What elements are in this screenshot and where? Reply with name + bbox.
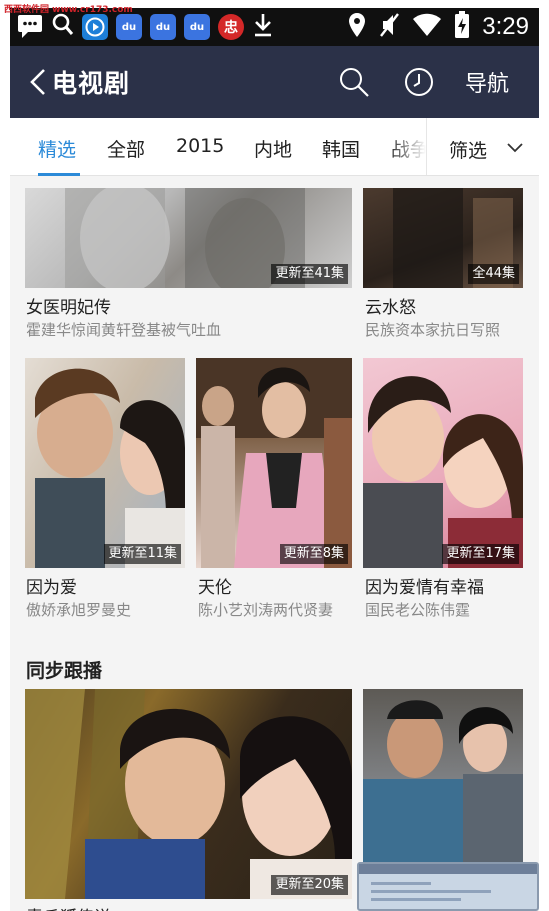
tab-korea[interactable]: 韩国 xyxy=(322,135,360,162)
window-thumbnail xyxy=(357,862,539,911)
episode-badge: 更新至20集 xyxy=(271,875,348,895)
chat-icon xyxy=(16,12,44,42)
baidu-icon: du xyxy=(150,14,176,40)
search-icon[interactable] xyxy=(338,66,370,98)
window-titlebar xyxy=(359,864,537,874)
tab-2015[interactable]: 2015 xyxy=(176,135,224,157)
left-margin xyxy=(0,0,10,911)
episode-badge: 更新至11集 xyxy=(104,544,181,564)
app-badge: 忠 xyxy=(224,20,238,36)
download-icon xyxy=(252,12,274,42)
category-tabs: 精选 全部 2015 内地 韩国 战争 筛选 xyxy=(10,118,539,176)
baidu-badge: du xyxy=(189,21,205,33)
search-icon xyxy=(52,13,74,41)
battery-icon xyxy=(454,11,470,43)
show-poster[interactable]: 更新至11集 xyxy=(25,358,185,568)
video-app-icon xyxy=(82,14,108,40)
show-poster[interactable]: 更新至20集 xyxy=(25,689,352,899)
episode-badge: 更新至41集 xyxy=(271,264,348,284)
notification-icons: du du du 忠 xyxy=(16,12,274,42)
tab-all[interactable]: 全部 xyxy=(107,135,145,162)
watermark: 西西软件园 www.cr173.com xyxy=(4,5,133,15)
baidu-badge: du xyxy=(155,21,171,33)
history-clock-icon[interactable] xyxy=(403,66,435,98)
show-subtitle: 陈小艺刘涛两代贤妻 xyxy=(198,601,334,619)
chevron-down-icon xyxy=(506,140,524,154)
back-arrow-icon[interactable] xyxy=(24,66,54,98)
show-title[interactable]: 云水怒 xyxy=(365,293,416,318)
show-subtitle: 民族资本家抗日写照 xyxy=(365,321,501,339)
clock: 3:29 xyxy=(482,13,529,40)
show-list: 更新至41集 全44集 女医明妃传 霍建华惊闻黄轩登基被气吐血 云水怒 民族资本… xyxy=(10,176,539,911)
show-title[interactable]: 天伦 xyxy=(198,573,232,598)
show-title[interactable]: 女医明妃传 xyxy=(26,293,111,318)
show-title[interactable]: 因为爱 xyxy=(26,573,77,598)
window-line xyxy=(371,898,461,901)
episode-badge: 更新至17集 xyxy=(442,544,519,564)
show-poster[interactable]: 更新至8集 xyxy=(196,358,352,568)
show-title[interactable]: 青丘狐传说 xyxy=(26,903,111,911)
baidu-icon: du xyxy=(184,14,210,40)
window-line xyxy=(371,890,491,893)
page-title: 电视剧 xyxy=(52,69,131,98)
episode-badge: 全44集 xyxy=(468,264,519,284)
section-title: 同步跟播 xyxy=(26,660,103,682)
app-header: 电视剧 导航 xyxy=(10,46,539,118)
tab-fade xyxy=(388,118,426,175)
show-poster[interactable]: 全44集 xyxy=(363,188,523,288)
mute-icon xyxy=(378,12,400,42)
app-screen: 西西软件园 www.cr173.com du du du 忠 3:29 电视剧 … xyxy=(0,0,549,911)
baidu-badge: du xyxy=(121,21,137,33)
show-subtitle: 国民老公陈伟霆 xyxy=(365,601,471,619)
episode-badge: 更新至8集 xyxy=(279,544,348,564)
show-subtitle: 霍建华惊闻黄轩登基被气吐血 xyxy=(26,321,222,339)
filter-button[interactable]: 筛选 xyxy=(426,118,539,175)
show-subtitle: 傲娇承旭罗曼史 xyxy=(26,601,132,619)
app-icon: 忠 xyxy=(218,14,244,40)
right-margin xyxy=(539,0,549,911)
baidu-icon: du xyxy=(116,14,142,40)
location-icon xyxy=(348,12,366,42)
nav-button[interactable]: 导航 xyxy=(465,66,509,98)
show-title[interactable]: 因为爱情有幸福 xyxy=(365,573,484,598)
show-poster[interactable]: 更新至41集 xyxy=(25,188,352,288)
window-line xyxy=(371,882,431,885)
show-poster[interactable]: 更新至17集 xyxy=(363,358,523,568)
wifi-icon xyxy=(412,13,442,41)
tab-mainland[interactable]: 内地 xyxy=(254,135,292,162)
system-icons: 3:29 xyxy=(348,11,529,43)
tab-featured[interactable]: 精选 xyxy=(38,135,76,162)
filter-label: 筛选 xyxy=(449,140,488,162)
